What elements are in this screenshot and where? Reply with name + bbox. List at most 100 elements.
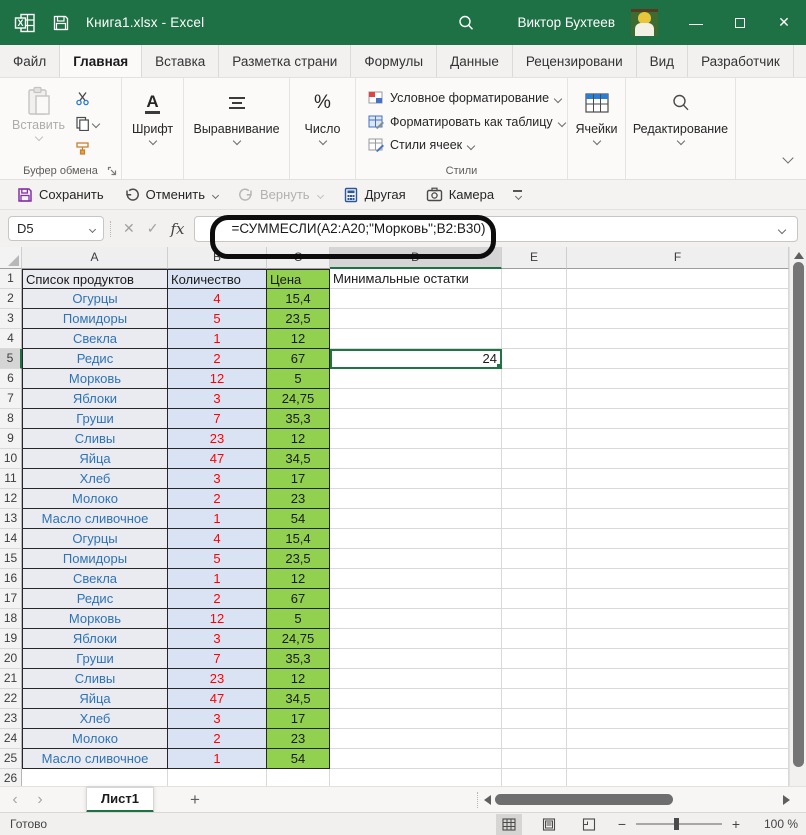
cell-E2[interactable] xyxy=(502,289,567,309)
row-header-9[interactable]: 9 xyxy=(0,429,22,449)
account-name[interactable]: Виктор Бухтеев xyxy=(517,15,615,30)
cell-E6[interactable] xyxy=(502,369,567,389)
zoom-level[interactable]: 100 % xyxy=(756,817,798,831)
cell-E20[interactable] xyxy=(502,649,567,669)
ribbon-tab-9[interactable]: Справка xyxy=(794,45,806,77)
expand-formula-bar-chevron[interactable] xyxy=(778,225,786,233)
next-sheet-arrow[interactable]: › xyxy=(30,791,50,809)
cell-A1[interactable]: Список продуктов xyxy=(22,269,168,289)
cell-D24[interactable] xyxy=(330,729,502,749)
font-menu-button[interactable]: А Шрифт xyxy=(124,84,181,146)
paste-button[interactable]: Вставить xyxy=(8,84,69,161)
cell-A5[interactable]: Редис xyxy=(22,349,168,369)
cell-E18[interactable] xyxy=(502,609,567,629)
save-button[interactable]: Сохранить xyxy=(10,184,111,206)
zoom-slider[interactable] xyxy=(636,823,722,825)
row-header-16[interactable]: 16 xyxy=(0,569,22,589)
cell-D2[interactable] xyxy=(330,289,502,309)
cell-A16[interactable]: Свекла xyxy=(22,569,168,589)
cell-F6[interactable] xyxy=(567,369,789,389)
cell-D19[interactable] xyxy=(330,629,502,649)
cell-E16[interactable] xyxy=(502,569,567,589)
ribbon-tab-0[interactable]: Файл xyxy=(0,45,60,77)
cell-E24[interactable] xyxy=(502,729,567,749)
cell-F20[interactable] xyxy=(567,649,789,669)
horizontal-scrollbar[interactable] xyxy=(480,787,792,813)
row-header-13[interactable]: 13 xyxy=(0,509,22,529)
cell-F19[interactable] xyxy=(567,629,789,649)
row-header-4[interactable]: 4 xyxy=(0,329,22,349)
cell-A24[interactable]: Молоко xyxy=(22,729,168,749)
editing-menu-button[interactable]: Редактирование xyxy=(625,84,736,146)
cell-B19[interactable]: 3 xyxy=(168,629,267,649)
cell-B10[interactable]: 47 xyxy=(168,449,267,469)
scroll-left-arrow[interactable] xyxy=(484,795,491,805)
cell-D10[interactable] xyxy=(330,449,502,469)
cell-F16[interactable] xyxy=(567,569,789,589)
page-break-view-button[interactable] xyxy=(576,814,602,835)
row-header-1[interactable]: 1 xyxy=(0,269,22,289)
cell-B13[interactable]: 1 xyxy=(168,509,267,529)
format-painter-button[interactable] xyxy=(75,137,99,159)
cell-B22[interactable]: 47 xyxy=(168,689,267,709)
cell-D18[interactable] xyxy=(330,609,502,629)
cell-D17[interactable] xyxy=(330,589,502,609)
cell-D25[interactable] xyxy=(330,749,502,769)
cell-F13[interactable] xyxy=(567,509,789,529)
row-header-5[interactable]: 5 xyxy=(0,349,22,369)
cell-C26[interactable] xyxy=(267,769,330,786)
cell-D14[interactable] xyxy=(330,529,502,549)
collapse-ribbon-chevron[interactable] xyxy=(784,149,792,167)
row-header-20[interactable]: 20 xyxy=(0,649,22,669)
cell-A9[interactable]: Сливы xyxy=(22,429,168,449)
cell-D12[interactable] xyxy=(330,489,502,509)
column-header-F[interactable]: F xyxy=(567,247,789,269)
cell-E19[interactable] xyxy=(502,629,567,649)
column-header-D[interactable]: D xyxy=(330,247,502,269)
cell-A22[interactable]: Яйца xyxy=(22,689,168,709)
cell-C18[interactable]: 5 xyxy=(267,609,330,629)
row-header-21[interactable]: 21 xyxy=(0,669,22,689)
quick-save-icon[interactable] xyxy=(52,14,70,32)
cell-B3[interactable]: 5 xyxy=(168,309,267,329)
cell-C20[interactable]: 35,3 xyxy=(267,649,330,669)
cell-E4[interactable] xyxy=(502,329,567,349)
number-menu-button[interactable]: % Число xyxy=(297,84,349,146)
vertical-scrollbar[interactable] xyxy=(789,247,806,786)
row-header-3[interactable]: 3 xyxy=(0,309,22,329)
cell-F2[interactable] xyxy=(567,289,789,309)
cell-B11[interactable]: 3 xyxy=(168,469,267,489)
confirm-entry-icon[interactable]: ✓ xyxy=(147,220,159,237)
name-box[interactable]: D5 xyxy=(8,216,104,241)
vertical-scroll-thumb[interactable] xyxy=(793,262,804,767)
cell-C19[interactable]: 24,75 xyxy=(267,629,330,649)
cell-A11[interactable]: Хлеб xyxy=(22,469,168,489)
cell-C12[interactable]: 23 xyxy=(267,489,330,509)
cell-C13[interactable]: 54 xyxy=(267,509,330,529)
cell-A4[interactable]: Свекла xyxy=(22,329,168,349)
insert-function-icon[interactable]: fx xyxy=(170,220,184,238)
qat-overflow-chevron[interactable] xyxy=(513,190,522,198)
cell-A20[interactable]: Груши xyxy=(22,649,168,669)
cell-D16[interactable] xyxy=(330,569,502,589)
cell-C21[interactable]: 12 xyxy=(267,669,330,689)
cell-E21[interactable] xyxy=(502,669,567,689)
cell-A15[interactable]: Помидоры xyxy=(22,549,168,569)
cell-D21[interactable] xyxy=(330,669,502,689)
cell-C5[interactable]: 67 xyxy=(267,349,330,369)
cell-C4[interactable]: 12 xyxy=(267,329,330,349)
cell-E12[interactable] xyxy=(502,489,567,509)
cell-C2[interactable]: 15,4 xyxy=(267,289,330,309)
format-as-table-button[interactable]: Форматировать как таблицу xyxy=(368,110,565,134)
cell-A25[interactable]: Масло сливочное xyxy=(22,749,168,769)
cell-A12[interactable]: Молоко xyxy=(22,489,168,509)
cell-F24[interactable] xyxy=(567,729,789,749)
cell-F4[interactable] xyxy=(567,329,789,349)
cell-C6[interactable]: 5 xyxy=(267,369,330,389)
other-button[interactable]: Другая xyxy=(336,184,413,206)
cell-F9[interactable] xyxy=(567,429,789,449)
search-icon[interactable] xyxy=(457,14,475,32)
cell-A10[interactable]: Яйца xyxy=(22,449,168,469)
user-avatar[interactable] xyxy=(631,9,658,36)
cell-B6[interactable]: 12 xyxy=(168,369,267,389)
